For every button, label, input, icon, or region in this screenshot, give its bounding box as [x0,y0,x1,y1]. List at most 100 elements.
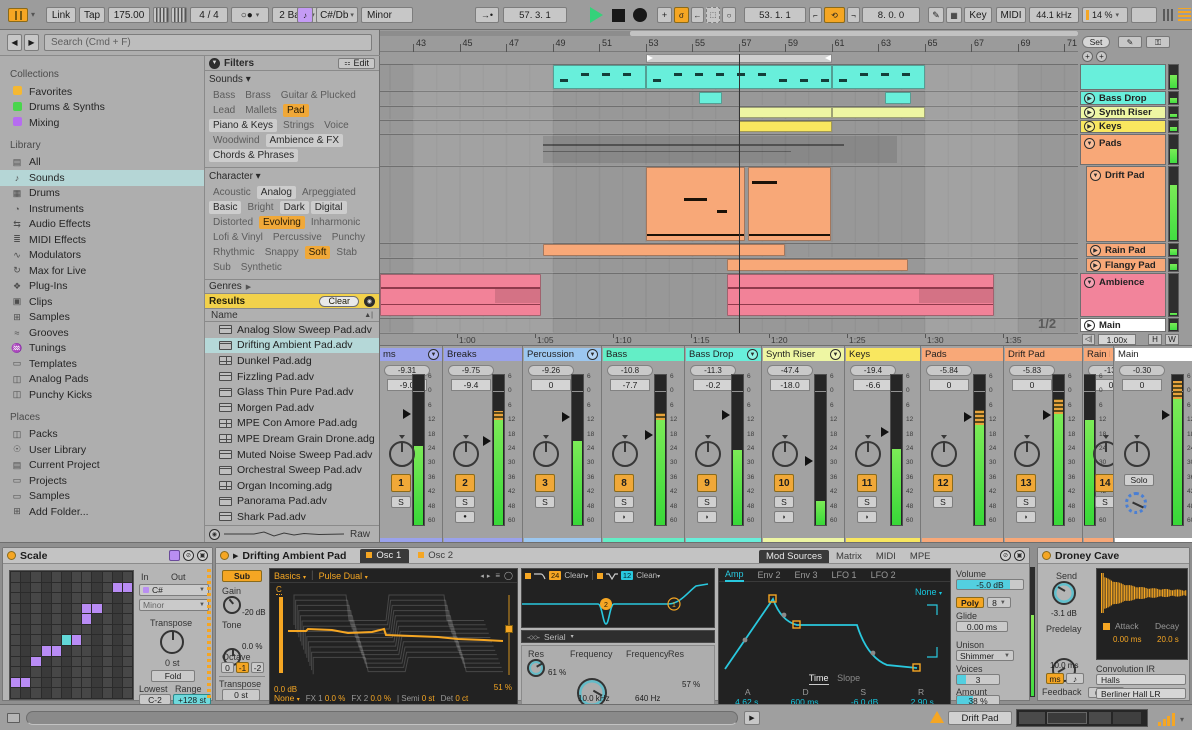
scale-grid-cell[interactable] [92,657,101,667]
scale-grid-cell[interactable] [92,625,101,635]
mixer-fold-icon[interactable]: ▼ [428,349,439,360]
glide-field[interactable]: 0.00 ms [956,621,1008,632]
scale-grid-cell[interactable] [31,678,40,688]
poly-button[interactable]: Poly [956,597,984,608]
solo-button[interactable]: S [933,496,953,508]
filter-tag-pad[interactable]: Pad [283,104,309,117]
arrangement-track-lane[interactable] [380,120,1078,133]
monitor-button[interactable]: ◗ [1016,511,1036,523]
browser-file-item[interactable]: Dunkel Pad.adg [205,353,379,369]
browser-file-item[interactable]: MPE Dream Grain Drone.adg [205,431,379,447]
arrangement-track-lane[interactable] [380,106,1078,119]
filter-tag-mallets[interactable]: Mallets [241,104,281,117]
arrangement-position-field[interactable]: 57. 3. 1 [503,7,567,23]
scale-grid-cell[interactable] [52,657,61,667]
arrangement-clip[interactable] [727,274,994,316]
scale-grid-cell[interactable] [52,604,61,614]
pan-knob[interactable] [772,441,798,467]
scale-grid-cell[interactable] [62,614,71,624]
browser-file-item[interactable]: Analog Slow Sweep Pad.adv [205,322,379,338]
scale-grid-cell[interactable] [62,688,71,698]
poly-voices-menu[interactable]: 8▼ [987,597,1011,608]
scale-grid-cell[interactable] [82,593,91,603]
computer-midi-keyboard-button[interactable]: ▦ [946,7,962,23]
fold-button[interactable]: Fold [151,670,195,682]
scale-grid-cell[interactable] [42,625,51,635]
sub-button[interactable]: Sub [222,570,262,582]
mixer-strip-header[interactable]: ms▼ [380,348,442,361]
mixer-fold-icon[interactable]: ▼ [747,349,758,360]
mixer-strip-keys[interactable]: Keys-19.4-6.6606121824303642486011S◗ [846,346,921,543]
scale-grid-cell[interactable] [113,657,122,667]
octave-minus2-button[interactable]: -2 [251,662,264,673]
volume-fader[interactable] [1171,374,1184,526]
predelay-ms-button[interactable]: ms [1046,673,1064,684]
arrangement-clip[interactable] [739,107,832,118]
mixer-view-toggle-icon[interactable] [1163,9,1175,21]
send-value[interactable]: -3.1 dB [1051,609,1077,618]
arm-button[interactable]: ● [455,511,475,523]
scale-grid-cell[interactable] [103,614,112,624]
track-number-badge[interactable]: 11 [857,474,877,492]
scale-grid-cell[interactable] [62,678,71,688]
scale-grid-cell[interactable] [62,657,71,667]
scale-grid-cell[interactable] [72,657,81,667]
sidebar-item-midi-effects[interactable]: ≣MIDI Effects [10,232,204,248]
scale-grid-cell[interactable] [21,625,30,635]
scale-grid-cell[interactable] [11,688,20,698]
scale-grid-cell[interactable] [103,646,112,656]
scale-grid-cell[interactable] [82,667,91,677]
scale-transpose-value[interactable]: 0 st [165,658,180,668]
res1-knob[interactable] [527,659,545,677]
scale-grid-cell[interactable] [92,667,101,677]
scale-grid-cell[interactable] [82,583,91,593]
filter1-circuit-menu[interactable]: Clean▾ [564,571,588,580]
scale-grid-cell[interactable] [31,572,40,582]
scale-grid-cell[interactable] [62,635,71,645]
scale-grid-cell[interactable] [92,604,101,614]
volume-fader[interactable] [814,374,827,526]
browser-forward-button[interactable]: ▶ [24,34,39,51]
mod-tab-mod-sources[interactable]: Mod Sources [759,550,829,563]
scale-grid-cell[interactable] [103,625,112,635]
draw-pencil-button[interactable]: ✎ [928,7,944,23]
scale-grid-cell[interactable] [52,678,61,688]
filter1-toggle[interactable] [525,573,531,579]
ir-name-menu[interactable]: Berliner Hall LR [1096,688,1186,699]
arrangement-clip[interactable] [832,107,925,118]
arrangement-clip[interactable] [380,274,541,316]
track-header-flangy-pad[interactable]: ▶Flangy Pad [1086,258,1166,272]
filter-tag-snappy[interactable]: Snappy [261,246,303,259]
loop-start-marker[interactable] [647,55,653,61]
scale-grid-cell[interactable] [62,625,71,635]
track-header-ambience[interactable]: ▼Ambience [1080,273,1166,317]
filter-tag-lofi-vinyl[interactable]: Lofi & Vinyl [209,231,267,244]
filter-tag-arpeggiated[interactable]: Arpeggiated [298,186,360,199]
scale-grid-cell[interactable] [92,688,101,698]
scale-grid-cell[interactable] [123,614,132,624]
pan-knob[interactable] [1124,441,1150,467]
fader-handle[interactable] [562,412,570,422]
filter1-type-icon[interactable] [534,572,546,580]
scale-grid-cell[interactable] [42,657,51,667]
hot-swap-icon[interactable]: ⊘ [183,550,194,561]
nudge-up-button[interactable] [171,7,187,23]
set-locators-button[interactable]: Set [1082,36,1110,48]
device-chain-overview[interactable] [1016,709,1148,727]
scale-grid-cell[interactable] [123,593,132,603]
scale-grid-cell[interactable] [113,572,122,582]
filter-tag-inharmonic[interactable]: Inharmonic [307,216,364,229]
filter2-circuit-menu[interactable]: Clean▾ [636,571,660,580]
filter-tag-soft[interactable]: Soft [305,246,331,259]
scale-grid-cell[interactable] [92,572,101,582]
tone-value[interactable]: 0.0 % [242,642,262,651]
scale-grid-cell[interactable] [21,667,30,677]
scale-grid-cell[interactable] [52,593,61,603]
track-fold-icon[interactable]: ▶ [1084,320,1095,331]
peak-level-display[interactable]: -5.84 [926,365,972,376]
scale-grid-cell[interactable] [72,646,81,656]
scale-name-menu[interactable]: Minor [361,7,413,23]
scale-grid-cell[interactable] [11,667,20,677]
output-meter-icon[interactable] [1158,713,1175,726]
scale-grid-cell[interactable] [21,593,30,603]
